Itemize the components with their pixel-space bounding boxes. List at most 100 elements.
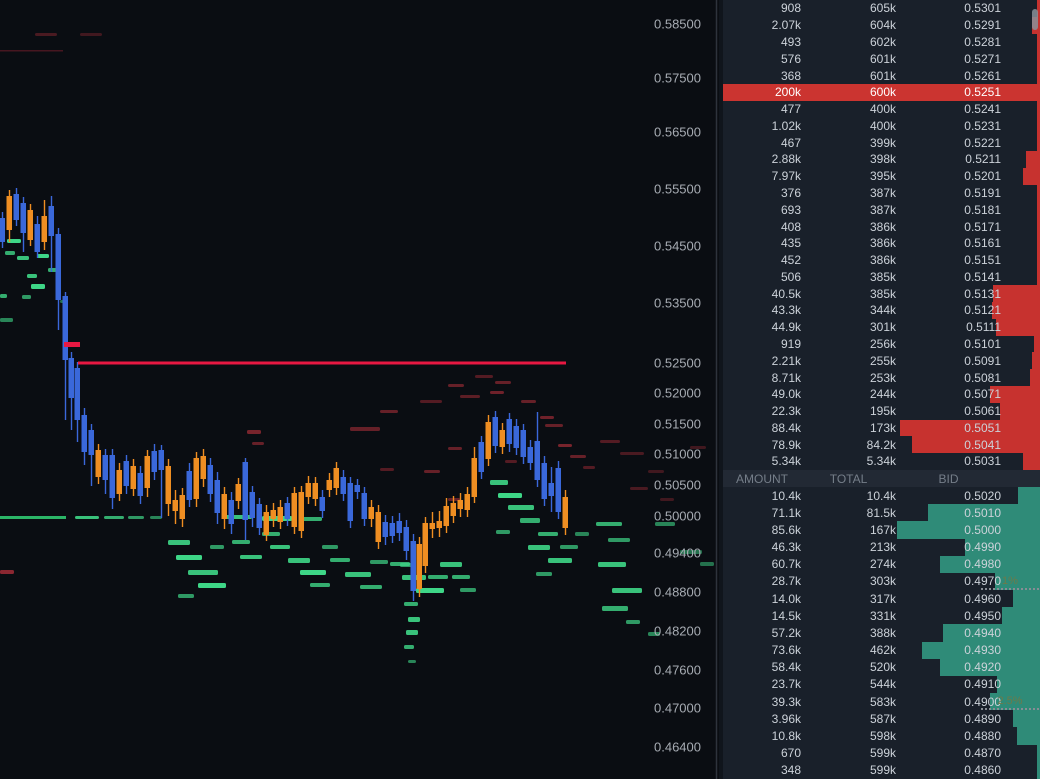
bid-row[interactable]: 73.6k 462k 0.4930 bbox=[723, 641, 1040, 659]
ask-row[interactable]: 44.9k 301k 0.5111 bbox=[723, 318, 1040, 336]
buy-print-dash bbox=[408, 660, 416, 663]
bid-row[interactable]: 14.0k 317k 0.4960 bbox=[723, 590, 1040, 608]
bid-row[interactable]: 57.2k 388k 0.4940 bbox=[723, 624, 1040, 642]
scrollbar-thumb[interactable] bbox=[1032, 9, 1038, 30]
buy-print-dash bbox=[210, 545, 224, 549]
bid-row[interactable]: 39.3k 583k 0.4900 2.5% bbox=[723, 693, 1040, 711]
ask-row[interactable]: 368 601k 0.5261 bbox=[723, 67, 1040, 84]
ask-row[interactable]: 919 256k 0.5101 bbox=[723, 335, 1040, 353]
ask-row[interactable]: 7.97k 395k 0.5201 bbox=[723, 167, 1040, 185]
sell-print-dash bbox=[558, 444, 572, 447]
candle-body bbox=[429, 523, 435, 529]
bid-row[interactable]: 23.7k 544k 0.4910 bbox=[723, 675, 1040, 694]
bid-row[interactable]: 28.7k 303k 0.4970 1% bbox=[723, 572, 1040, 591]
candle-body bbox=[326, 480, 332, 490]
bid-amount-cell: 28.7k bbox=[771, 574, 801, 589]
bid-row[interactable]: 3.96k 587k 0.4890 bbox=[723, 710, 1040, 728]
sell-print-dash bbox=[521, 400, 536, 403]
ask-row[interactable]: 200k 600k 0.5251 bbox=[723, 83, 1040, 101]
bid-total-cell: 317k bbox=[869, 591, 896, 606]
price-axis-label: 0.47000 bbox=[654, 701, 701, 716]
candle-body bbox=[102, 455, 108, 480]
bid-row[interactable]: 14.5k 331k 0.4950 bbox=[723, 607, 1040, 625]
candle-body bbox=[319, 497, 325, 511]
bid-row[interactable]: 60.7k 274k 0.4980 bbox=[723, 555, 1040, 573]
ask-row[interactable]: 576 601k 0.5271 bbox=[723, 50, 1040, 68]
depth-bar bbox=[1017, 727, 1040, 745]
buy-print-dash bbox=[626, 620, 640, 624]
ask-row[interactable]: 8.71k 253k 0.5081 bbox=[723, 369, 1040, 386]
ask-row[interactable]: 506 385k 0.5141 bbox=[723, 268, 1040, 286]
ask-row[interactable]: 78.9k 84.2k 0.5041 bbox=[723, 436, 1040, 454]
ask-price-cell: 0.5091 bbox=[964, 353, 1001, 368]
depth-bar bbox=[1018, 487, 1040, 505]
column-header-amount: AMOUNT bbox=[736, 471, 788, 486]
candle-body bbox=[298, 492, 304, 531]
buy-print-dash bbox=[22, 295, 31, 299]
ask-row[interactable]: 2.07k 604k 0.5291 bbox=[723, 16, 1040, 34]
candle-body bbox=[389, 523, 395, 536]
ask-total-cell: 395k bbox=[869, 169, 896, 184]
bid-row[interactable]: 348 599k 0.4860 bbox=[723, 761, 1040, 779]
ask-price-cell: 0.5161 bbox=[964, 236, 1001, 251]
candle-body bbox=[443, 506, 449, 526]
bid-row[interactable]: 58.4k 520k 0.4920 bbox=[723, 658, 1040, 676]
price-axis-label: 0.49400 bbox=[654, 546, 701, 561]
ask-row[interactable]: 908 605k 0.5301 bbox=[723, 0, 1040, 17]
ask-row[interactable]: 43.3k 344k 0.5121 bbox=[723, 302, 1040, 319]
ask-row[interactable]: 493 602k 0.5281 bbox=[723, 33, 1040, 51]
ask-amount-cell: 452 bbox=[780, 253, 801, 268]
ask-row[interactable]: 40.5k 385k 0.5131 bbox=[723, 285, 1040, 303]
ask-row[interactable]: 408 386k 0.5171 bbox=[723, 218, 1040, 235]
candle-body bbox=[513, 426, 519, 448]
bid-row[interactable]: 10.8k 598k 0.4880 bbox=[723, 727, 1040, 745]
ask-row[interactable]: 452 386k 0.5151 bbox=[723, 251, 1040, 269]
bid-row[interactable]: 85.6k 167k 0.5000 bbox=[723, 521, 1040, 539]
ask-row[interactable]: 435 386k 0.5161 bbox=[723, 234, 1040, 252]
depth-bar bbox=[1002, 607, 1040, 625]
buy-print-dash bbox=[168, 540, 190, 545]
ask-row[interactable]: 22.3k 195k 0.5061 bbox=[723, 402, 1040, 420]
ask-row[interactable]: 467 399k 0.5221 bbox=[723, 134, 1040, 152]
buy-print-dash bbox=[440, 562, 462, 567]
ask-row[interactable]: 477 400k 0.5241 bbox=[723, 100, 1040, 118]
bid-amount-cell: 58.4k bbox=[771, 660, 801, 675]
candle-body bbox=[277, 507, 283, 522]
ask-row[interactable]: 49.0k 244k 0.5071 bbox=[723, 385, 1040, 403]
candlestick-chart-canvas[interactable]: 0.58500 0.57500 0.56500 0.55500 0.54500 0.535… bbox=[0, 0, 719, 779]
ask-row[interactable]: 2.88k 398k 0.5211 bbox=[723, 151, 1040, 168]
bid-price-cell: 0.4880 bbox=[964, 728, 1001, 743]
ask-row[interactable]: 376 387k 0.5191 bbox=[723, 184, 1040, 202]
candle-body bbox=[354, 485, 360, 492]
price-chart[interactable]: 0.58500 0.57500 0.56500 0.55500 0.54500 0.535… bbox=[0, 0, 719, 779]
sell-print-dash bbox=[540, 416, 554, 419]
ask-total-cell: 385k bbox=[869, 269, 896, 284]
depth-percent-marker: 2.5% bbox=[981, 695, 1039, 711]
bid-price-cell: 0.4910 bbox=[964, 677, 1001, 692]
bid-row[interactable]: 10.4k 10.4k 0.5020 bbox=[723, 487, 1040, 505]
buy-print-dash bbox=[75, 516, 99, 519]
ask-total-cell: 400k bbox=[869, 102, 896, 117]
candle-body bbox=[221, 494, 227, 519]
sell-print-dash bbox=[380, 468, 394, 471]
candle-body bbox=[68, 358, 74, 398]
ask-row[interactable]: 693 387k 0.5181 bbox=[723, 201, 1040, 219]
bid-row[interactable]: 71.1k 81.5k 0.5010 bbox=[723, 504, 1040, 522]
ask-row[interactable]: 5.34k 5.34k 0.5031 bbox=[723, 453, 1040, 470]
ask-amount-cell: 493 bbox=[780, 34, 801, 49]
bid-row[interactable]: 670 599k 0.4870 bbox=[723, 744, 1040, 762]
ask-row[interactable]: 1.02k 400k 0.5231 bbox=[723, 117, 1040, 135]
candle-body bbox=[541, 463, 547, 499]
ask-row[interactable]: 88.4k 173k 0.5051 bbox=[723, 419, 1040, 437]
price-axis-label: 0.52000 bbox=[654, 386, 701, 401]
depth-bar bbox=[1013, 590, 1040, 608]
bid-row[interactable]: 46.3k 213k 0.4990 bbox=[723, 538, 1040, 556]
faint-red-level-line bbox=[0, 50, 63, 52]
sell-print-dash bbox=[495, 381, 511, 384]
bid-amount-cell: 10.8k bbox=[771, 728, 801, 743]
price-axis-label: 0.51000 bbox=[654, 447, 701, 462]
ask-price-cell: 0.5281 bbox=[964, 34, 1001, 49]
ask-row[interactable]: 2.21k 255k 0.5091 bbox=[723, 352, 1040, 370]
ask-price-cell: 0.5251 bbox=[964, 85, 1001, 100]
buy-print-dash bbox=[310, 583, 330, 587]
